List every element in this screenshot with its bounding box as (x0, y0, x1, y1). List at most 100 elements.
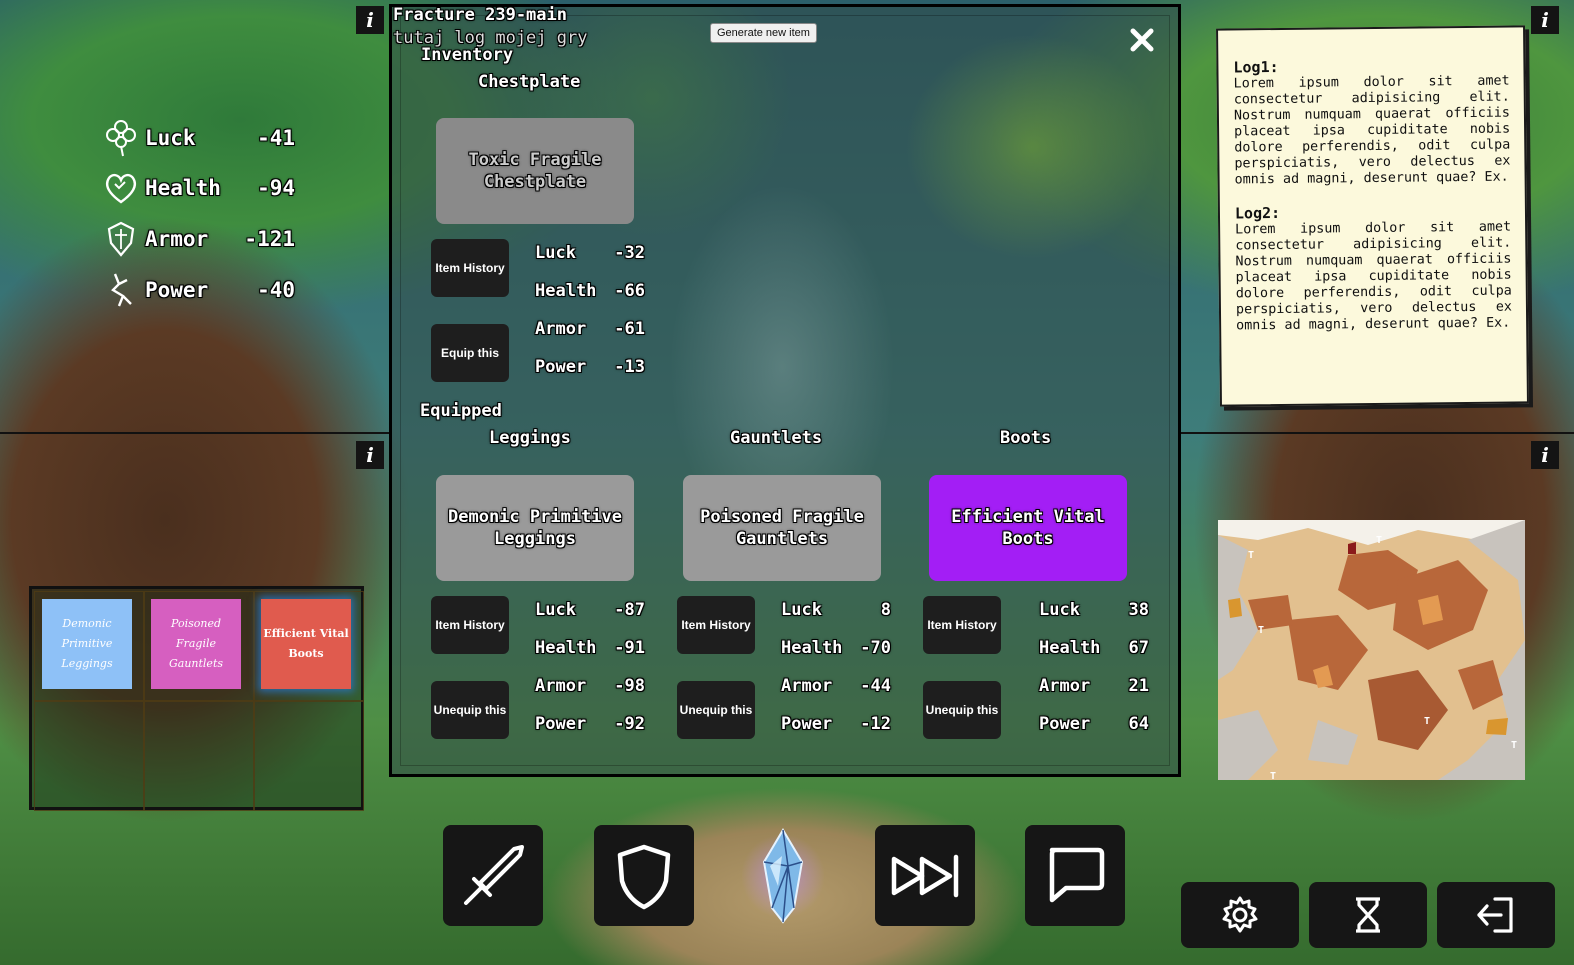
stat-label: Power (535, 714, 587, 734)
item-history-button[interactable]: Item History (431, 596, 509, 654)
equipped-slot-leggings: Leggings (489, 428, 571, 448)
shield-icon (617, 844, 671, 909)
map-terrain (1218, 520, 1525, 780)
info-button-inventory-grid[interactable]: i (356, 441, 384, 469)
stat-value: 38 (1128, 600, 1149, 620)
inventory-heading: Inventory (421, 45, 514, 65)
stat-label: Power (1039, 714, 1091, 734)
equipped-slot-gauntlets: Gauntlets (730, 428, 823, 448)
boots-stat-luck: Luck 38 (1039, 600, 1149, 620)
stat-value: -61 (614, 319, 645, 339)
stat-value: -44 (860, 676, 891, 696)
stat-label: Armor (1039, 676, 1091, 696)
grid-slot[interactable] (144, 701, 254, 811)
stat-value: -41 (257, 126, 295, 150)
grid-item-card[interactable]: Demonic Primitive Leggings (42, 599, 132, 689)
heart-icon (106, 173, 136, 204)
stat-value: -94 (257, 176, 295, 200)
stat-value: 67 (1128, 638, 1149, 658)
info-button-log[interactable]: i (1531, 6, 1559, 34)
stat-label: Health (145, 176, 221, 200)
stat-value: -66 (614, 281, 645, 301)
stat-label: Luck (535, 600, 576, 620)
inventory-stat-health: Health -66 (535, 281, 645, 301)
map-marker: T (1258, 625, 1265, 636)
crystal-icon[interactable] (741, 826, 825, 926)
stat-label: Luck (535, 243, 576, 263)
inventory-item-card[interactable]: Toxic Fragile Chestplate (436, 118, 634, 224)
grid-slot[interactable] (34, 701, 144, 811)
gear-icon (1222, 896, 1258, 933)
stat-label: Power (145, 278, 209, 302)
grid-item-card[interactable]: Poisoned Fragile Gauntlets (151, 599, 241, 689)
exit-button[interactable] (1437, 882, 1555, 948)
minimap[interactable]: T T T T T T (1218, 520, 1525, 780)
stat-label: Luck (781, 600, 822, 620)
inventory-stat-armor: Armor -61 (535, 319, 645, 339)
chat-button[interactable] (1025, 825, 1125, 926)
stat-label: Health (1039, 638, 1101, 658)
sword-icon (464, 844, 524, 905)
skip-turn-button[interactable] (875, 825, 975, 926)
game-log: Log1: Lorem ipsum dolor sit amet consect… (1216, 25, 1529, 407)
stat-value: -98 (614, 676, 645, 696)
item-history-button[interactable]: Item History (923, 596, 1001, 654)
close-icon[interactable] (1127, 25, 1157, 55)
unequip-button[interactable]: Unequip this (677, 681, 755, 739)
inventory-stat-power: Power -13 (535, 357, 645, 377)
leggings-stat-health: Health -91 (535, 638, 645, 658)
stat-power: Power -40 (103, 270, 295, 310)
log-entry-text: Lorem ipsum dolor sit amet consectetur a… (1233, 73, 1511, 188)
stat-label: Health (535, 281, 597, 301)
equip-button[interactable]: Equip this (431, 324, 509, 382)
inventory-slot-label: Chestplate (478, 72, 581, 92)
inventory-stat-luck: Luck -32 (535, 243, 645, 263)
leggings-stat-luck: Luck -87 (535, 600, 645, 620)
grid-item-card[interactable]: Efficient Vital Boots (261, 599, 351, 689)
stat-value: -70 (860, 638, 891, 658)
armor-icon (107, 221, 135, 257)
stat-health: Health -94 (103, 168, 295, 208)
equipped-item-boots[interactable]: Efficient Vital Boots (929, 475, 1127, 581)
stat-value: -13 (614, 357, 645, 377)
unequip-button[interactable]: Unequip this (923, 681, 1001, 739)
gauntlets-stat-power: Power -12 (781, 714, 891, 734)
stat-value: -87 (614, 600, 645, 620)
stat-value: -32 (614, 243, 645, 263)
stat-value: -91 (614, 638, 645, 658)
equipped-item-leggings[interactable]: Demonic Primitive Leggings (436, 475, 634, 581)
boots-stat-health: Health 67 (1039, 638, 1149, 658)
item-history-button[interactable]: Item History (677, 596, 755, 654)
stat-label: Armor (535, 319, 587, 339)
boots-stat-power: Power 64 (1039, 714, 1149, 734)
stat-label: Power (535, 357, 587, 377)
attack-button[interactable] (443, 825, 543, 926)
exit-icon (1477, 897, 1513, 933)
unequip-button[interactable]: Unequip this (431, 681, 509, 739)
info-button-stats[interactable]: i (356, 6, 384, 34)
settings-button[interactable] (1181, 882, 1299, 948)
power-icon (111, 273, 132, 307)
stat-value: -92 (614, 714, 645, 734)
item-history-button[interactable]: Item History (431, 239, 509, 297)
leggings-stat-armor: Armor -98 (535, 676, 645, 696)
stat-label: Luck (1039, 600, 1080, 620)
time-button[interactable] (1309, 882, 1427, 948)
clover-icon (106, 120, 136, 157)
generate-item-button[interactable]: Generate new item (710, 23, 817, 43)
stat-value: 21 (1128, 676, 1149, 696)
gauntlets-stat-health: Health -70 (781, 638, 891, 658)
stat-luck: Luck -41 (103, 118, 295, 158)
stat-value: -40 (257, 278, 295, 302)
map-marker: T (1270, 771, 1277, 780)
stat-label: Armor (535, 676, 587, 696)
defend-button[interactable] (594, 825, 694, 926)
info-button-map[interactable]: i (1531, 441, 1559, 469)
hourglass-icon (1356, 897, 1380, 933)
stat-value: 8 (880, 600, 891, 620)
grid-slot[interactable] (254, 701, 364, 811)
stat-armor: Armor -121 (103, 219, 295, 259)
equipped-item-gauntlets[interactable]: Poisoned Fragile Gauntlets (683, 475, 881, 581)
left-divider (0, 432, 389, 434)
map-marker: T (1248, 550, 1255, 561)
